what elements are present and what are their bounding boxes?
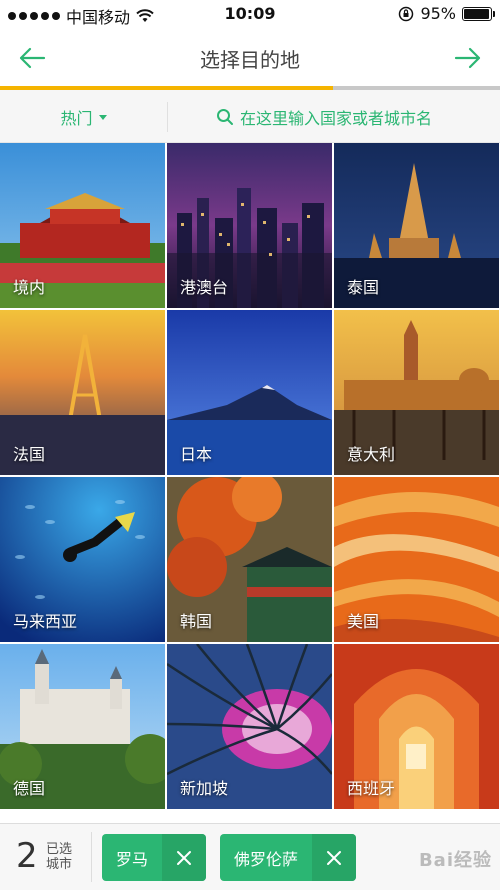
- bottom-divider: [91, 832, 92, 882]
- tile-label: 港澳台: [180, 278, 229, 297]
- count-label-line1: 已选: [46, 842, 73, 857]
- tile-label: 境内: [13, 278, 46, 297]
- chip-label: 佛罗伦萨: [234, 849, 299, 869]
- destination-tile-italy[interactable]: 意大利: [334, 310, 499, 475]
- search-icon: [217, 108, 233, 125]
- destination-tile-germany[interactable]: 德国: [0, 644, 165, 809]
- search-field[interactable]: 在这里输入国家或者城市名: [168, 90, 500, 143]
- selection-bar: 2 已选 城市 罗马 佛罗伦萨 Bai经验: [0, 823, 500, 890]
- hot-label: 热门: [60, 108, 93, 128]
- tile-label: 新加坡: [180, 779, 229, 798]
- destination-tile-domestic[interactable]: 境内: [0, 143, 165, 308]
- destination-tile-usa[interactable]: 美国: [334, 477, 499, 642]
- chip-label: 罗马: [116, 849, 149, 869]
- destination-tile-spain[interactable]: 西班牙: [334, 644, 499, 809]
- tile-label: 法国: [13, 445, 46, 464]
- status-bar: 中国移动 10:09 95%: [0, 0, 500, 28]
- remove-chip-button[interactable]: [312, 834, 357, 881]
- tile-label: 马来西亚: [13, 612, 78, 631]
- navigation-bar: 选择目的地: [0, 28, 500, 86]
- destination-tile-japan[interactable]: 日本: [167, 310, 332, 475]
- tile-label: 泰国: [347, 278, 380, 297]
- watermark: Bai经验: [418, 850, 492, 871]
- tile-label: 西班牙: [347, 779, 396, 798]
- rotation-lock-icon: [399, 6, 414, 21]
- tile-label: 意大利: [347, 445, 396, 464]
- tile-label: 日本: [180, 445, 213, 464]
- next-button[interactable]: [446, 38, 490, 78]
- tile-label: 德国: [13, 779, 46, 798]
- status-right: 95%: [398, 4, 495, 23]
- close-icon: [177, 850, 192, 865]
- tile-label: 韩国: [180, 612, 213, 631]
- battery-percent: 95%: [420, 4, 456, 23]
- selected-city-chip[interactable]: 罗马: [102, 834, 207, 881]
- selected-count-label: 已选 城市: [46, 842, 76, 872]
- destination-tile-korea[interactable]: 韩国: [167, 477, 332, 642]
- selected-count: 2: [16, 836, 38, 876]
- hot-dropdown[interactable]: 热门: [0, 90, 167, 143]
- filter-bar: 热门 在这里输入国家或者城市名: [0, 90, 500, 143]
- search-placeholder: 在这里输入国家或者城市名: [240, 108, 433, 128]
- destination-tile-malaysia[interactable]: 马来西亚: [0, 477, 165, 642]
- destination-tile-hk-macau-taiwan[interactable]: 港澳台: [167, 143, 332, 308]
- destination-tile-france[interactable]: 法国: [0, 310, 165, 475]
- count-label-line2: 城市: [46, 857, 73, 872]
- page-title: 选择目的地: [200, 48, 300, 72]
- destination-tile-thailand[interactable]: 泰国: [334, 143, 499, 308]
- destination-tile-singapore[interactable]: 新加坡: [167, 644, 332, 809]
- caret-down-icon: [98, 115, 107, 120]
- tile-label: 美国: [347, 612, 380, 631]
- remove-chip-button[interactable]: [162, 834, 207, 881]
- arrow-right-icon: [454, 47, 481, 69]
- battery-icon: [462, 6, 495, 21]
- destination-grid: 境内 港澳台 泰国 法国 日本 意大利 马来西亚 韩国 美国 德国 新加坡 西班…: [0, 143, 500, 823]
- selected-city-chip[interactable]: 佛罗伦萨: [220, 834, 357, 881]
- close-icon: [327, 850, 342, 865]
